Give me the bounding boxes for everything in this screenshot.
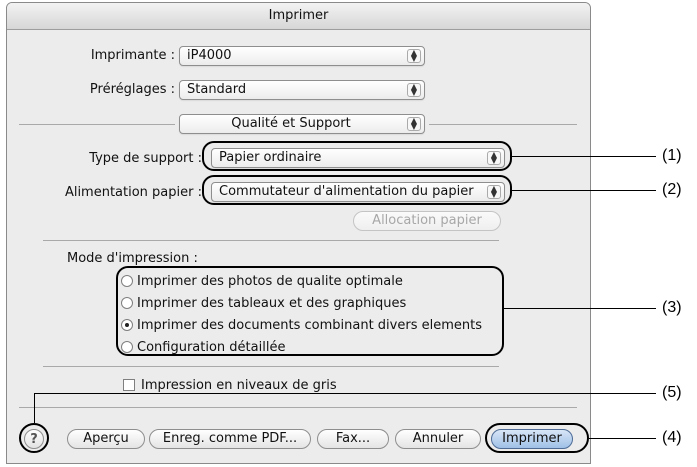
callout-label-2: (2) [662,181,682,198]
fax-button[interactable]: Fax... [317,429,389,449]
presets-popup[interactable]: Standard ▲ ▼ [179,80,425,100]
grayscale-checkbox[interactable]: Impression en niveaux de gris [123,378,337,394]
separator-left [19,124,175,125]
popup-arrows-icon: ▲ ▼ [407,117,421,131]
callout-leader-5 [34,393,656,394]
paper-source-label: Alimentation papier : [64,185,202,200]
cancel-button[interactable]: Annuler [395,429,481,449]
callout-box-2 [202,175,512,205]
checkbox-icon [123,379,135,391]
printer-popup[interactable]: iP4000 ▲ ▼ [179,46,425,66]
callout-box-5 [19,423,49,453]
separator [43,366,499,367]
separator [19,407,577,408]
callout-leader-2 [512,190,656,191]
callout-box-4 [485,423,589,453]
callout-label-4: (4) [662,429,682,446]
callout-box-1 [202,141,512,171]
separator [43,240,499,241]
paper-allocation-button[interactable]: Allocation papier [353,211,501,231]
callout-label-5: (5) [662,384,682,401]
callout-leader-3 [504,308,656,309]
presets-label: Préréglages : [89,82,175,97]
panel-popup[interactable]: Qualité et Support ▲ ▼ [179,114,425,134]
callout-label-1: (1) [662,147,682,164]
preview-button[interactable]: Aperçu [67,429,145,449]
save-as-pdf-button[interactable]: Enreg. comme PDF... [149,429,311,449]
panel-value: Qualité et Support [231,116,351,131]
print-mode-label: Mode d'impression : [67,251,198,266]
printer-label: Imprimante : [90,48,175,63]
callout-leader-4 [589,438,656,439]
separator-right [429,124,577,125]
presets-value: Standard [187,82,247,97]
callout-leader-1 [512,156,656,157]
callout-leader-5-vertical [34,393,35,423]
popup-arrows-icon: ▲ ▼ [407,83,421,97]
printer-value: iP4000 [187,48,232,63]
grayscale-label: Impression en niveaux de gris [141,378,337,393]
window-title: Imprimer [7,3,590,30]
print-dialog: Imprimer Imprimante : iP4000 ▲ ▼ Prérégla… [6,2,591,464]
callout-box-3 [116,266,504,356]
popup-arrows-icon: ▲ ▼ [407,49,421,63]
media-type-label: Type de support : [89,151,202,166]
callout-label-3: (3) [662,299,682,316]
